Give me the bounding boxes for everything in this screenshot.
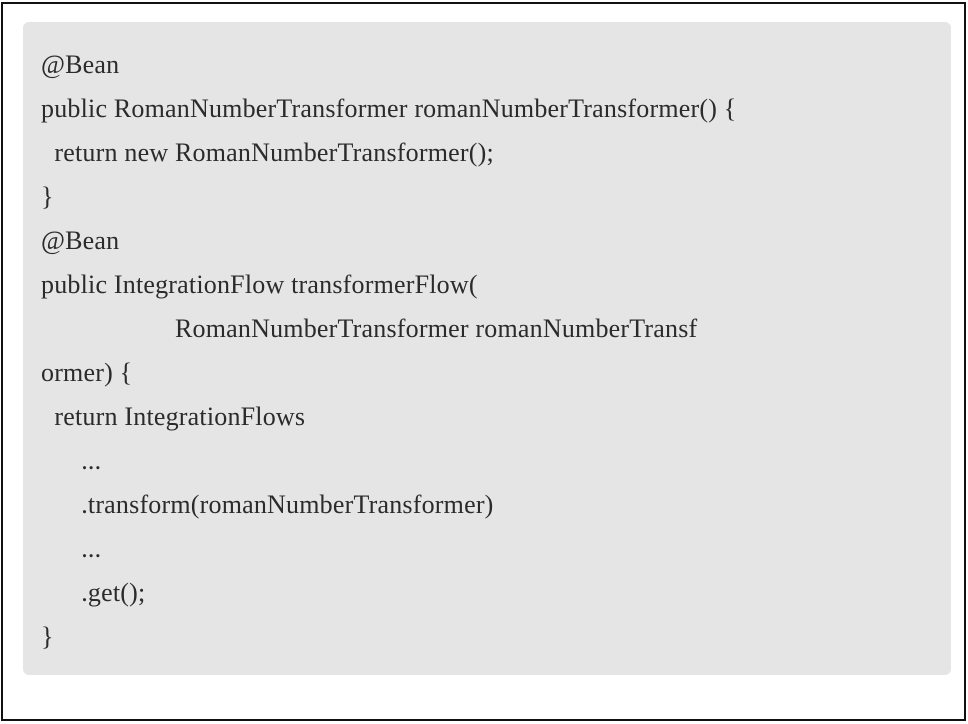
- code-line: return IntegrationFlows: [41, 402, 306, 431]
- code-line: @Bean: [41, 226, 120, 255]
- code-line: public RomanNumberTransformer romanNumbe…: [41, 94, 737, 123]
- code-line: @Bean: [41, 50, 120, 79]
- code-line: RomanNumberTransformer romanNumberTransf: [41, 314, 698, 343]
- code-line: }: [41, 182, 54, 211]
- page-frame: @Bean public RomanNumberTransformer roma…: [1, 2, 966, 721]
- code-line: ormer) {: [41, 358, 133, 387]
- code-line: public IntegrationFlow transformerFlow(: [41, 270, 478, 299]
- code-line: ...: [41, 534, 102, 563]
- code-lines: @Bean public RomanNumberTransformer roma…: [41, 46, 736, 662]
- code-line: .get();: [41, 578, 146, 607]
- code-line: ...: [41, 446, 102, 475]
- code-block: @Bean public RomanNumberTransformer roma…: [23, 22, 951, 675]
- code-line: return new RomanNumberTransformer();: [41, 138, 494, 167]
- code-line: .transform(romanNumberTransformer): [41, 490, 494, 519]
- code-line: }: [41, 622, 54, 651]
